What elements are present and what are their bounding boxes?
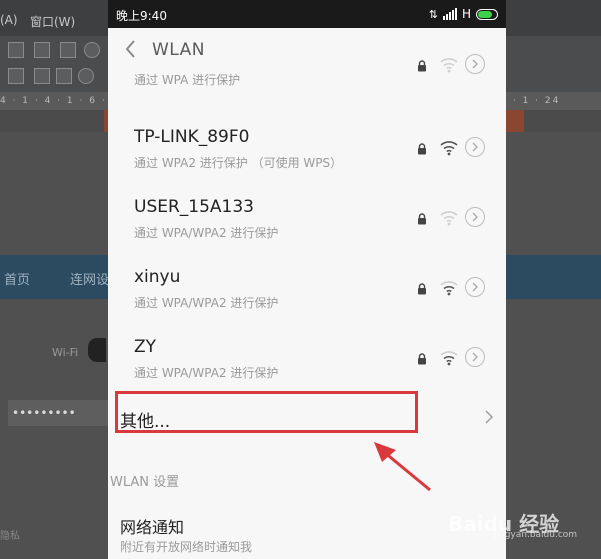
signal-icon [442, 8, 457, 20]
wifi-network-item[interactable]: xinyu 通过 WPA/WPA2 进行保护 [108, 261, 506, 331]
desktop-nav-home[interactable]: 首页 [4, 269, 30, 288]
lock-icon [418, 283, 426, 295]
wifi-network-name: ZY [134, 337, 157, 357]
watermark-subtext: jingyan.baidu.com [494, 530, 578, 540]
network-detail-button[interactable] [465, 137, 485, 157]
search-icon[interactable] [84, 42, 100, 58]
wifi-signal-icon [440, 141, 458, 156]
square-tool-icon[interactable] [56, 68, 72, 84]
wifi-network-item[interactable]: TP-LINK_89F0 通过 WPA2 进行保护 （可使用 WPS） [108, 121, 506, 191]
toolbar-icon[interactable] [60, 42, 76, 58]
desktop-password-field[interactable]: ••••••••• [8, 400, 108, 426]
network-detail-button[interactable] [465, 347, 485, 367]
section-label: WLAN 设置 [110, 475, 180, 490]
status-time: 晚上9:40 [116, 9, 167, 23]
status-indicators: ⇅ H [429, 5, 498, 23]
network-notification-subtitle: 附近有开放网络时通知我 [120, 540, 253, 554]
network-type: H [461, 7, 471, 21]
chevron-right-icon [485, 410, 493, 424]
battery-icon [476, 8, 498, 20]
wifi-signal-icon [440, 58, 458, 73]
wlan-settings-header: WLAN 设置 [108, 462, 506, 498]
desktop-bottom-label: 隐私 [0, 531, 20, 542]
wifi-network-security: 通过 WPA/WPA2 进行保护 [134, 226, 279, 240]
chevron-right-icon [472, 352, 478, 362]
wifi-network-item[interactable]: USER_15A133 通过 WPA/WPA2 进行保护 [108, 191, 506, 261]
toolbar-icon[interactable] [8, 42, 24, 58]
desktop-menu-window[interactable]: 窗口(W) [30, 13, 75, 30]
wifi-network-security: 通过 WPA2 进行保护 （可使用 WPS） [134, 156, 343, 170]
battery-level [478, 10, 492, 18]
wifi-network-name: TP-LINK_89F0 [134, 127, 250, 147]
desktop-nav-connect[interactable]: 连网设 [70, 269, 109, 288]
lock-icon [418, 353, 426, 365]
data-transfer-icon: ⇅ [428, 7, 438, 21]
wifi-network-security: 通过 WPA/WPA2 进行保护 [134, 366, 279, 380]
rectangle-tool-icon[interactable] [34, 68, 50, 84]
phone-screen: 晚上9:40 ⇅ H WLAN 通过 WPA 进行保护 TP-LINK_89F0… [108, 0, 506, 559]
network-detail-button[interactable] [465, 54, 485, 74]
highlight-box [115, 391, 418, 433]
chevron-right-icon [472, 282, 478, 292]
chevron-right-icon [472, 59, 478, 69]
lock-icon [418, 60, 426, 72]
red-arrow-icon [374, 442, 431, 492]
wifi-signal-icon [440, 351, 458, 366]
wifi-signal-icon [440, 281, 458, 296]
desktop-wifi-label: Wi-Fi [52, 346, 79, 359]
network-notification-row[interactable]: 网络通知 附近有开放网络时通知我 [108, 504, 506, 559]
desktop-wifi-toggle[interactable] [88, 338, 106, 362]
status-bar: 晚上9:40 ⇅ H [108, 0, 506, 28]
network-notification-title: 网络通知 [120, 518, 185, 537]
wifi-network-security: 通过 WPA/WPA2 进行保护 [134, 296, 279, 310]
network-detail-button[interactable] [465, 207, 485, 227]
lock-icon [418, 143, 426, 155]
wifi-network-name: USER_15A133 [134, 197, 254, 217]
chevron-right-icon [472, 212, 478, 222]
lock-icon [418, 213, 426, 225]
wifi-signal-icon [440, 211, 458, 226]
wifi-network-name: xinyu [134, 267, 181, 287]
chevron-right-icon [472, 142, 478, 152]
baidu-watermark: Baidu 经验 jingyan.baidu.com [448, 502, 598, 542]
network-detail-button[interactable] [465, 277, 485, 297]
ellipse-tool-icon[interactable] [78, 68, 94, 84]
wifi-network-item[interactable]: 通过 WPA 进行保护 [108, 38, 506, 108]
toolbar-icon[interactable] [8, 68, 24, 84]
toolbar-icon[interactable] [34, 42, 50, 58]
wifi-network-security: 通过 WPA 进行保护 [134, 73, 241, 87]
desktop-menu-a[interactable]: (A) [0, 13, 18, 27]
